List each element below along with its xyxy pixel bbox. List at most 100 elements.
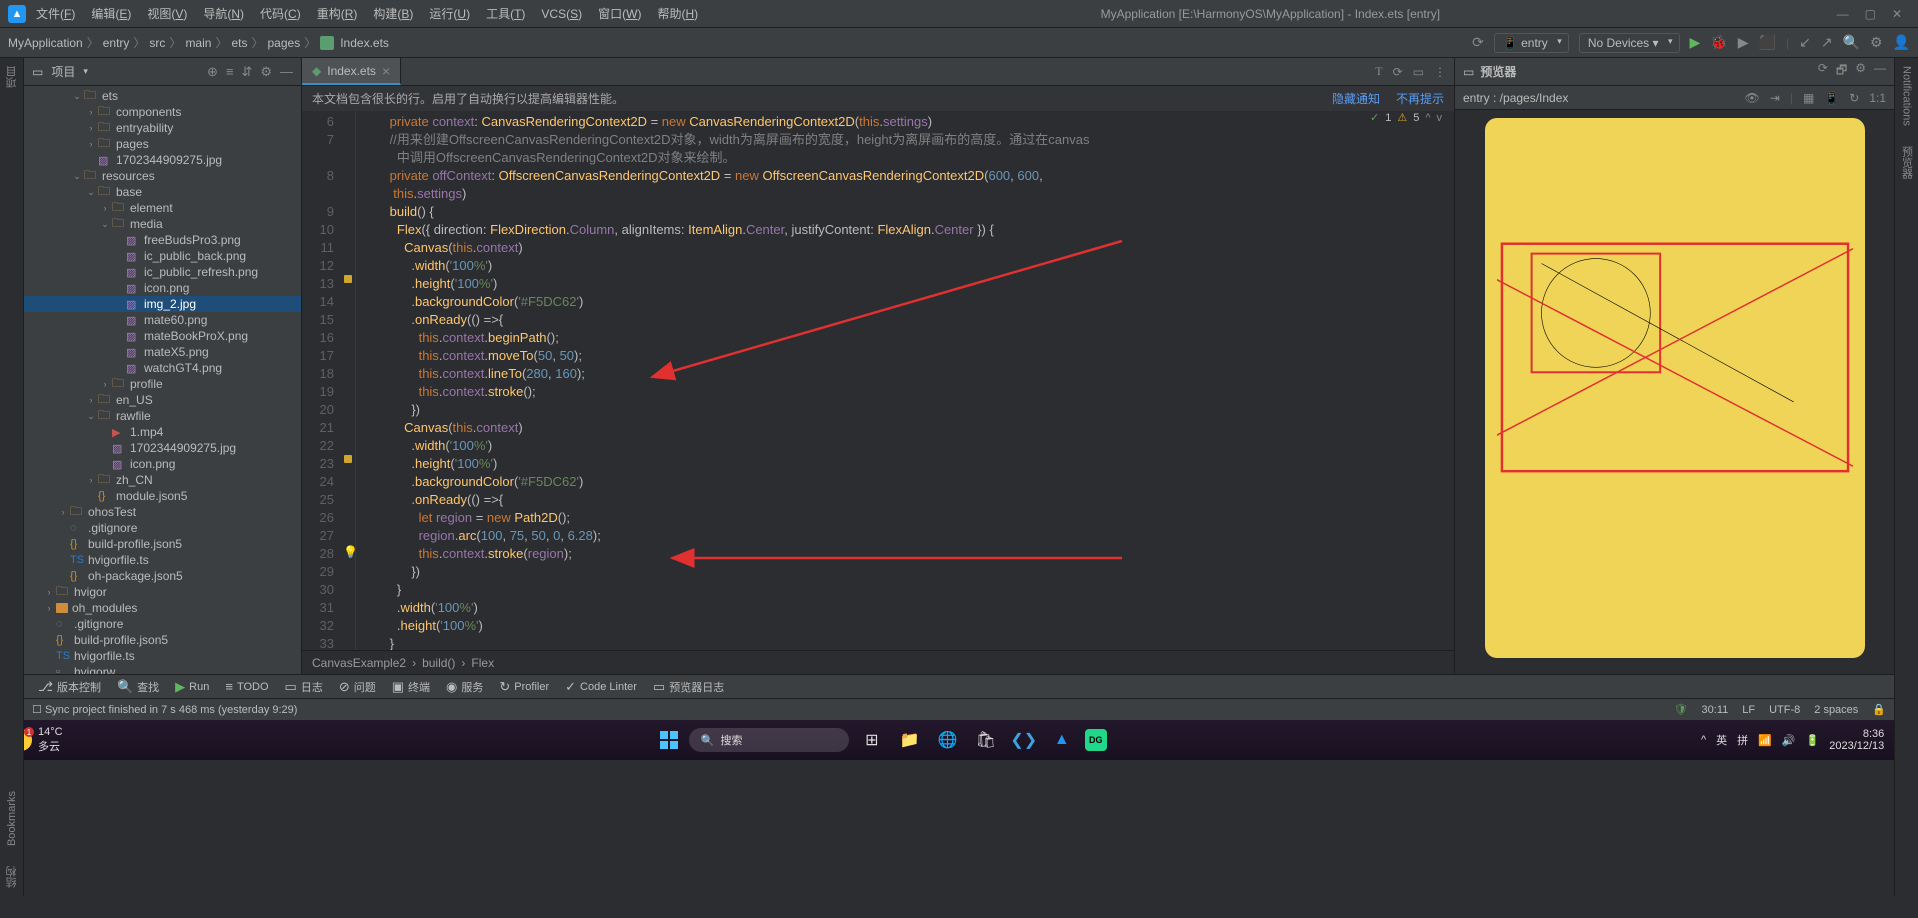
battery-icon[interactable]: 🔋	[1806, 734, 1820, 747]
datagrip-icon[interactable]: DG	[1085, 729, 1107, 751]
tw-previewer[interactable]: 预览器	[1897, 142, 1917, 183]
tree-item[interactable]: ⌄🗀media	[24, 216, 301, 232]
tree-item[interactable]: ›🗀components	[24, 104, 301, 120]
update-icon[interactable]: ↙	[1799, 34, 1811, 51]
editor-tab-index[interactable]: ◆ Index.ets ×	[302, 58, 401, 85]
tray-up-icon[interactable]: ^	[1701, 734, 1706, 746]
tree-item[interactable]: ›🗀pages	[24, 136, 301, 152]
tree-item[interactable]: ▨ic_public_back.png	[24, 248, 301, 264]
breadcrumb-item[interactable]: pages	[268, 36, 301, 50]
tree-item[interactable]: ›🗀en_US	[24, 392, 301, 408]
refresh-icon[interactable]: ⟳	[1393, 65, 1403, 79]
breadcrumb-item[interactable]: Index.ets	[340, 36, 389, 50]
fit-icon[interactable]: 1:1	[1869, 91, 1886, 105]
attach-icon[interactable]: ⬛	[1759, 34, 1776, 51]
menu-vcs[interactable]: VCS(S)	[535, 5, 588, 23]
wifi-icon[interactable]: 📶	[1758, 734, 1772, 747]
font-icon[interactable]: T	[1375, 64, 1382, 79]
panel-settings-icon[interactable]: ⚙	[260, 64, 272, 80]
tree-item[interactable]: TShvigorfile.ts	[24, 648, 301, 664]
hide-notice-link[interactable]: 隐藏通知	[1332, 90, 1380, 107]
store-icon[interactable]: 🛍	[971, 725, 1001, 755]
never-show-link[interactable]: 不再提示	[1396, 90, 1444, 107]
tool-problems[interactable]: ⊘问题	[333, 677, 382, 697]
inspection-marker[interactable]	[344, 455, 352, 463]
breadcrumb-item[interactable]: MyApplication	[8, 36, 83, 50]
crumb-element[interactable]: Flex	[471, 656, 494, 670]
sync-icon[interactable]: ⟳	[1472, 34, 1484, 51]
close-button[interactable]: ✕	[1892, 7, 1902, 21]
rotate-icon[interactable]: ↻	[1849, 91, 1859, 105]
encoding[interactable]: UTF-8	[1769, 704, 1800, 716]
menu-window[interactable]: 窗口(W)	[592, 3, 647, 24]
tree-item[interactable]: ›oh_modules	[24, 600, 301, 616]
devices-dropdown[interactable]: No Devices ▾	[1579, 33, 1680, 53]
menu-run[interactable]: 运行(U)	[423, 3, 476, 24]
tree-item[interactable]: ◌.gitignore	[24, 520, 301, 536]
tree-item[interactable]: TShvigorfile.ts	[24, 552, 301, 568]
debug-icon[interactable]: 🐞	[1710, 34, 1727, 51]
menu-navigate[interactable]: 导航(N)	[197, 3, 250, 24]
eye-icon[interactable]: 👁	[1745, 91, 1760, 105]
hide-panel-icon[interactable]: —	[280, 64, 293, 80]
edge-icon[interactable]: 🌐	[933, 725, 963, 755]
inspection-marker[interactable]	[344, 275, 352, 283]
minimize-button[interactable]: —	[1837, 7, 1849, 21]
tw-project[interactable]: 项目	[2, 62, 22, 92]
breadcrumb-item[interactable]: main	[185, 36, 211, 50]
tree-item[interactable]: ›🗀element	[24, 200, 301, 216]
menu-edit[interactable]: 编辑(E)	[85, 3, 137, 24]
preview-refresh-icon[interactable]: ⟳	[1818, 61, 1828, 82]
shield-icon[interactable]: 🛡	[1674, 703, 1688, 716]
search-icon[interactable]: 🔍	[1843, 34, 1860, 51]
taskbar-search[interactable]: 🔍 搜索	[689, 728, 849, 752]
tree-item[interactable]: {}module.json5	[24, 488, 301, 504]
preview-settings-icon[interactable]: ⚙	[1855, 61, 1866, 82]
project-tree[interactable]: ⌄🗀ets›🗀components›🗀entryability›🗀pages▨1…	[24, 86, 301, 674]
run-config-dropdown[interactable]: 📱 entry	[1494, 33, 1569, 53]
expand-icon[interactable]: ≡	[226, 64, 234, 80]
ime-indicator[interactable]: 拼	[1737, 732, 1748, 748]
chevron-down-icon[interactable]: v	[1437, 112, 1443, 124]
menu-help[interactable]: 帮助(H)	[651, 3, 704, 24]
tool-log[interactable]: ▭日志	[279, 677, 329, 697]
tree-item[interactable]: {}build-profile.json5	[24, 536, 301, 552]
tree-item[interactable]: ›🗀entryability	[24, 120, 301, 136]
menu-refactor[interactable]: 重构(R)	[311, 3, 364, 24]
tree-item[interactable]: ⌄🗀ets	[24, 88, 301, 104]
bulb-icon[interactable]: 💡	[343, 545, 358, 559]
phone-icon[interactable]: 📱	[1824, 91, 1839, 105]
breadcrumb-item[interactable]: entry	[103, 36, 130, 50]
avatar-icon[interactable]: 👤	[1893, 34, 1910, 51]
tool-services[interactable]: ◉服务	[440, 677, 489, 697]
tree-item[interactable]: {}build-profile.json5	[24, 632, 301, 648]
maximize-button[interactable]: ▢	[1865, 7, 1876, 21]
tree-item[interactable]: ⌄🗀base	[24, 184, 301, 200]
tw-structure[interactable]: 结构	[2, 862, 22, 892]
deveco-icon[interactable]: ▲	[1047, 725, 1077, 755]
tree-item[interactable]: ›🗀ohosTest	[24, 504, 301, 520]
line-sep[interactable]: LF	[1742, 704, 1755, 716]
collapse-icon[interactable]: ⇵	[241, 64, 252, 80]
tree-item[interactable]: ▨mate60.png	[24, 312, 301, 328]
tool-profiler[interactable]: ↻Profiler	[493, 677, 555, 697]
breadcrumb-item[interactable]: ets	[231, 36, 247, 50]
tree-item[interactable]: ▨freeBudsPro3.png	[24, 232, 301, 248]
hide-preview-icon[interactable]: —	[1874, 61, 1886, 82]
tree-item[interactable]: ›🗀profile	[24, 376, 301, 392]
chevron-up-icon[interactable]: ^	[1425, 112, 1430, 124]
tool-linter[interactable]: ✓Code Linter	[559, 677, 643, 697]
close-tab-icon[interactable]: ×	[382, 63, 390, 79]
tree-item[interactable]: ▨mateBookProX.png	[24, 328, 301, 344]
tool-preview-log[interactable]: ▭预览器日志	[647, 677, 730, 697]
tw-bookmarks[interactable]: Bookmarks	[4, 787, 20, 850]
lang-indicator[interactable]: 英	[1716, 732, 1727, 748]
tree-item[interactable]: ▶1.mp4	[24, 424, 301, 440]
menu-build[interactable]: 构建(B)	[367, 3, 419, 24]
tw-notifications[interactable]: Notifications	[1899, 62, 1915, 130]
tree-item[interactable]: ▨ic_public_refresh.png	[24, 264, 301, 280]
code-editor[interactable]: ✓1 ⚠5 ^ v 67 8 9101112131415161718192021…	[302, 111, 1454, 650]
tree-item[interactable]: ⌄🗀rawfile	[24, 408, 301, 424]
menu-code[interactable]: 代码(C)	[254, 3, 307, 24]
system-clock[interactable]: 8:36 2023/12/13	[1829, 728, 1884, 752]
